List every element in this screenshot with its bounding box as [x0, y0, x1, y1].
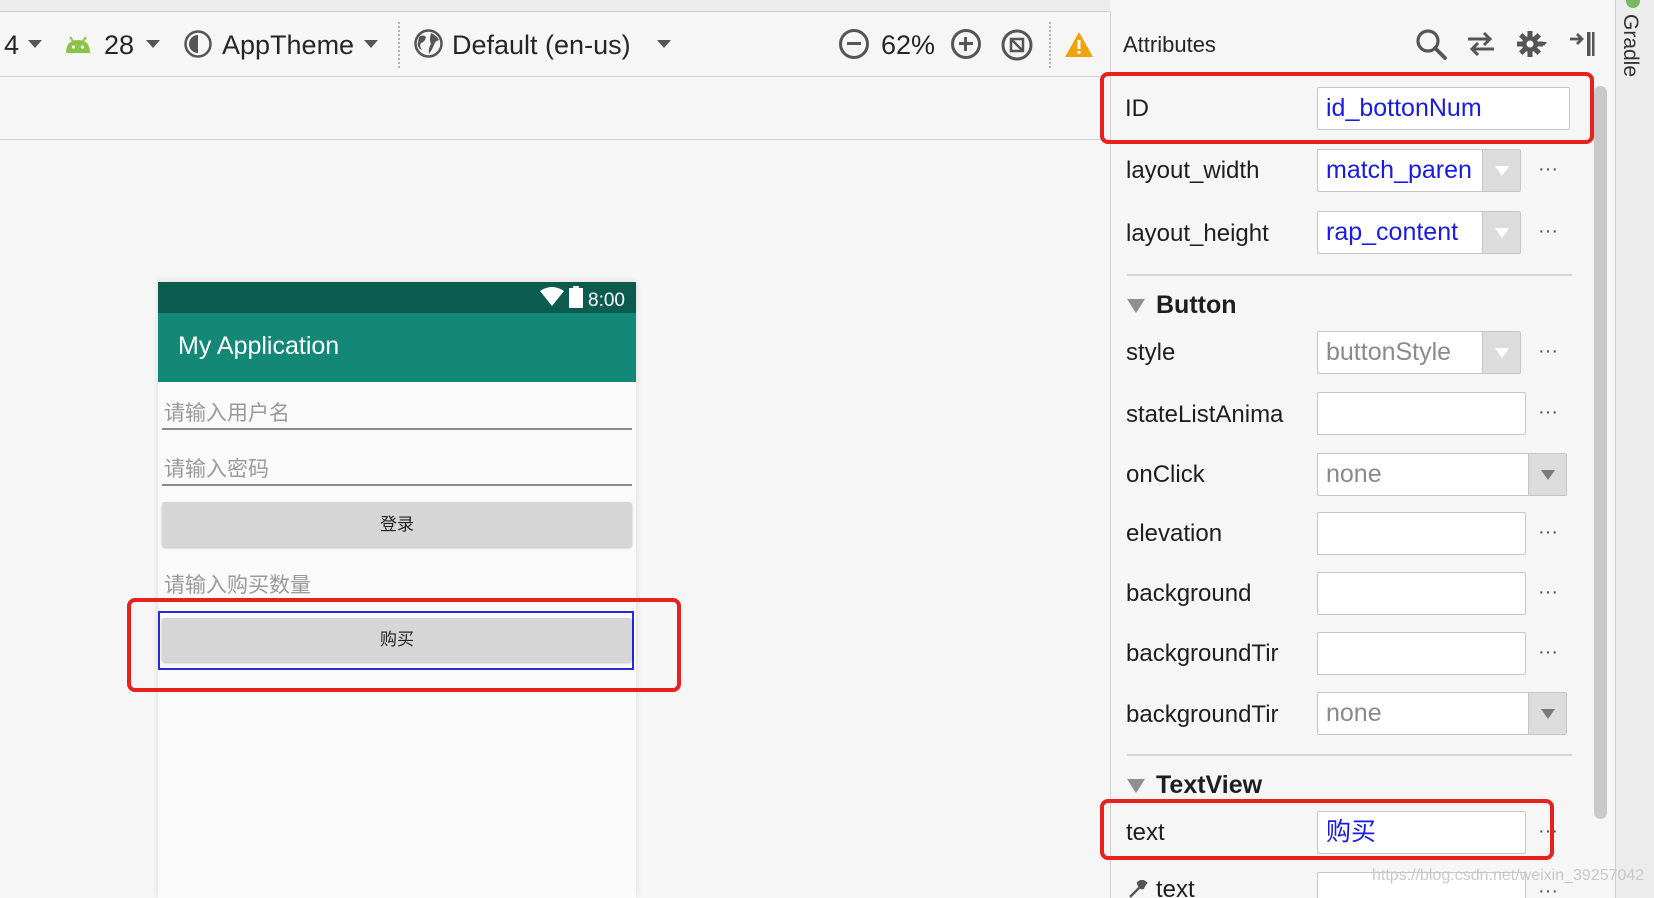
background-field[interactable]	[1317, 572, 1526, 615]
more-options-icon[interactable]: ···	[1538, 158, 1558, 181]
window-top-strip	[0, 0, 1110, 12]
background-tint-field[interactable]	[1317, 632, 1526, 675]
zoom-in-icon[interactable]	[951, 29, 981, 59]
onclick-dropdown[interactable]: none	[1317, 453, 1567, 496]
login-button[interactable]: 登录	[162, 502, 632, 547]
layout-width-dropdown[interactable]: match_paren	[1317, 149, 1521, 192]
search-icon[interactable]	[1415, 28, 1448, 61]
device-selector-label[interactable]: 4	[4, 28, 19, 62]
password-input[interactable]: 请输入密码	[162, 453, 632, 486]
attr-label-tools-text: text	[1156, 876, 1195, 898]
hide-panel-icon[interactable]	[1568, 30, 1596, 58]
highlight-annotation	[1100, 72, 1594, 144]
elevation-field[interactable]	[1317, 512, 1526, 555]
section-title-textview[interactable]: TextView	[1156, 771, 1262, 800]
attr-label-background-tint-mode: backgroundTir	[1126, 701, 1279, 728]
gear-icon[interactable]	[1516, 28, 1548, 60]
background-tint-mode-dropdown[interactable]: none	[1317, 692, 1567, 735]
collapse-triangle-icon[interactable]	[1127, 779, 1145, 793]
more-options-icon[interactable]: ···	[1538, 401, 1558, 424]
status-time: 8:00	[588, 290, 625, 311]
layout-width-value: match_paren	[1326, 156, 1472, 184]
more-options-icon[interactable]: ···	[1538, 220, 1558, 243]
panel-scrollbar[interactable]	[1594, 86, 1607, 819]
more-options-icon[interactable]: ···	[1538, 581, 1558, 604]
chevron-down-icon[interactable]	[28, 40, 42, 48]
style-value: buttonStyle	[1326, 338, 1452, 366]
side-tool-strip	[1615, 0, 1654, 898]
username-input[interactable]: 请输入用户名	[162, 397, 632, 430]
style-dropdown[interactable]: buttonStyle	[1317, 331, 1521, 374]
zoom-level: 62%	[881, 30, 936, 60]
attr-label-state-list-animator: stateListAnima	[1126, 401, 1284, 428]
chevron-down-icon[interactable]	[1482, 212, 1520, 253]
zoom-out-icon[interactable]	[839, 29, 869, 59]
swap-icon[interactable]	[1466, 30, 1496, 58]
state-list-animator-field[interactable]	[1317, 392, 1526, 435]
chevron-down-icon[interactable]	[146, 40, 160, 48]
watermark: https://blog.csdn.net/weixin_39257042	[1372, 867, 1645, 884]
attr-label-background-tint: backgroundTir	[1126, 640, 1279, 667]
section-title-button[interactable]: Button	[1156, 291, 1237, 320]
attr-label-onclick: onClick	[1126, 461, 1205, 488]
layout-height-value: rap_content	[1326, 218, 1459, 246]
chevron-down-icon[interactable]	[1528, 693, 1566, 734]
chevron-down-icon[interactable]	[657, 40, 671, 48]
quantity-input[interactable]: 请输入购买数量	[164, 569, 311, 599]
attr-label-background: background	[1126, 580, 1252, 607]
toolbar-separator	[398, 22, 400, 68]
chevron-down-icon[interactable]	[1482, 332, 1520, 373]
panel-divider	[1127, 754, 1572, 756]
more-options-icon[interactable]: ···	[1538, 641, 1558, 664]
chevron-down-icon[interactable]	[1528, 454, 1566, 495]
locale-selector[interactable]: Default (en-us)	[452, 28, 631, 62]
theme-icon[interactable]	[183, 29, 213, 59]
background-tint-mode-value: none	[1326, 699, 1382, 727]
attr-label-elevation: elevation	[1126, 520, 1223, 547]
chevron-down-icon[interactable]	[1482, 150, 1520, 191]
gradle-tab[interactable]: Gradle	[1618, 14, 1642, 77]
collapse-triangle-icon[interactable]	[1127, 299, 1145, 313]
app-title: My Application	[178, 332, 340, 360]
toolbar-separator	[1049, 22, 1051, 68]
attr-label-style: style	[1126, 339, 1176, 366]
wrench-icon	[1129, 880, 1148, 898]
android-icon[interactable]	[64, 36, 92, 54]
highlight-annotation	[127, 598, 681, 692]
panel-divider	[1127, 274, 1572, 276]
globe-icon[interactable]	[413, 28, 444, 59]
panel-title: Attributes	[1123, 32, 1216, 57]
theme-selector[interactable]: AppTheme	[222, 28, 354, 62]
onclick-value: none	[1326, 460, 1382, 488]
api-level-selector[interactable]: 28	[104, 28, 134, 62]
chevron-down-icon[interactable]	[364, 40, 378, 48]
attr-label-layout-width: layout_width	[1126, 157, 1260, 184]
layout-height-dropdown[interactable]: rap_content	[1317, 211, 1521, 254]
more-options-icon[interactable]: ···	[1538, 521, 1558, 544]
more-options-icon[interactable]: ···	[1538, 340, 1558, 363]
panel-top-strip	[1110, 0, 1615, 12]
wifi-icon	[540, 287, 564, 306]
warning-icon[interactable]	[1064, 31, 1094, 58]
design-secondary-bar	[0, 78, 1110, 140]
zoom-to-fit-icon[interactable]	[1000, 28, 1034, 62]
highlight-annotation	[1100, 799, 1554, 860]
battery-icon	[569, 286, 583, 308]
attr-label-layout-height: layout_height	[1126, 220, 1269, 247]
